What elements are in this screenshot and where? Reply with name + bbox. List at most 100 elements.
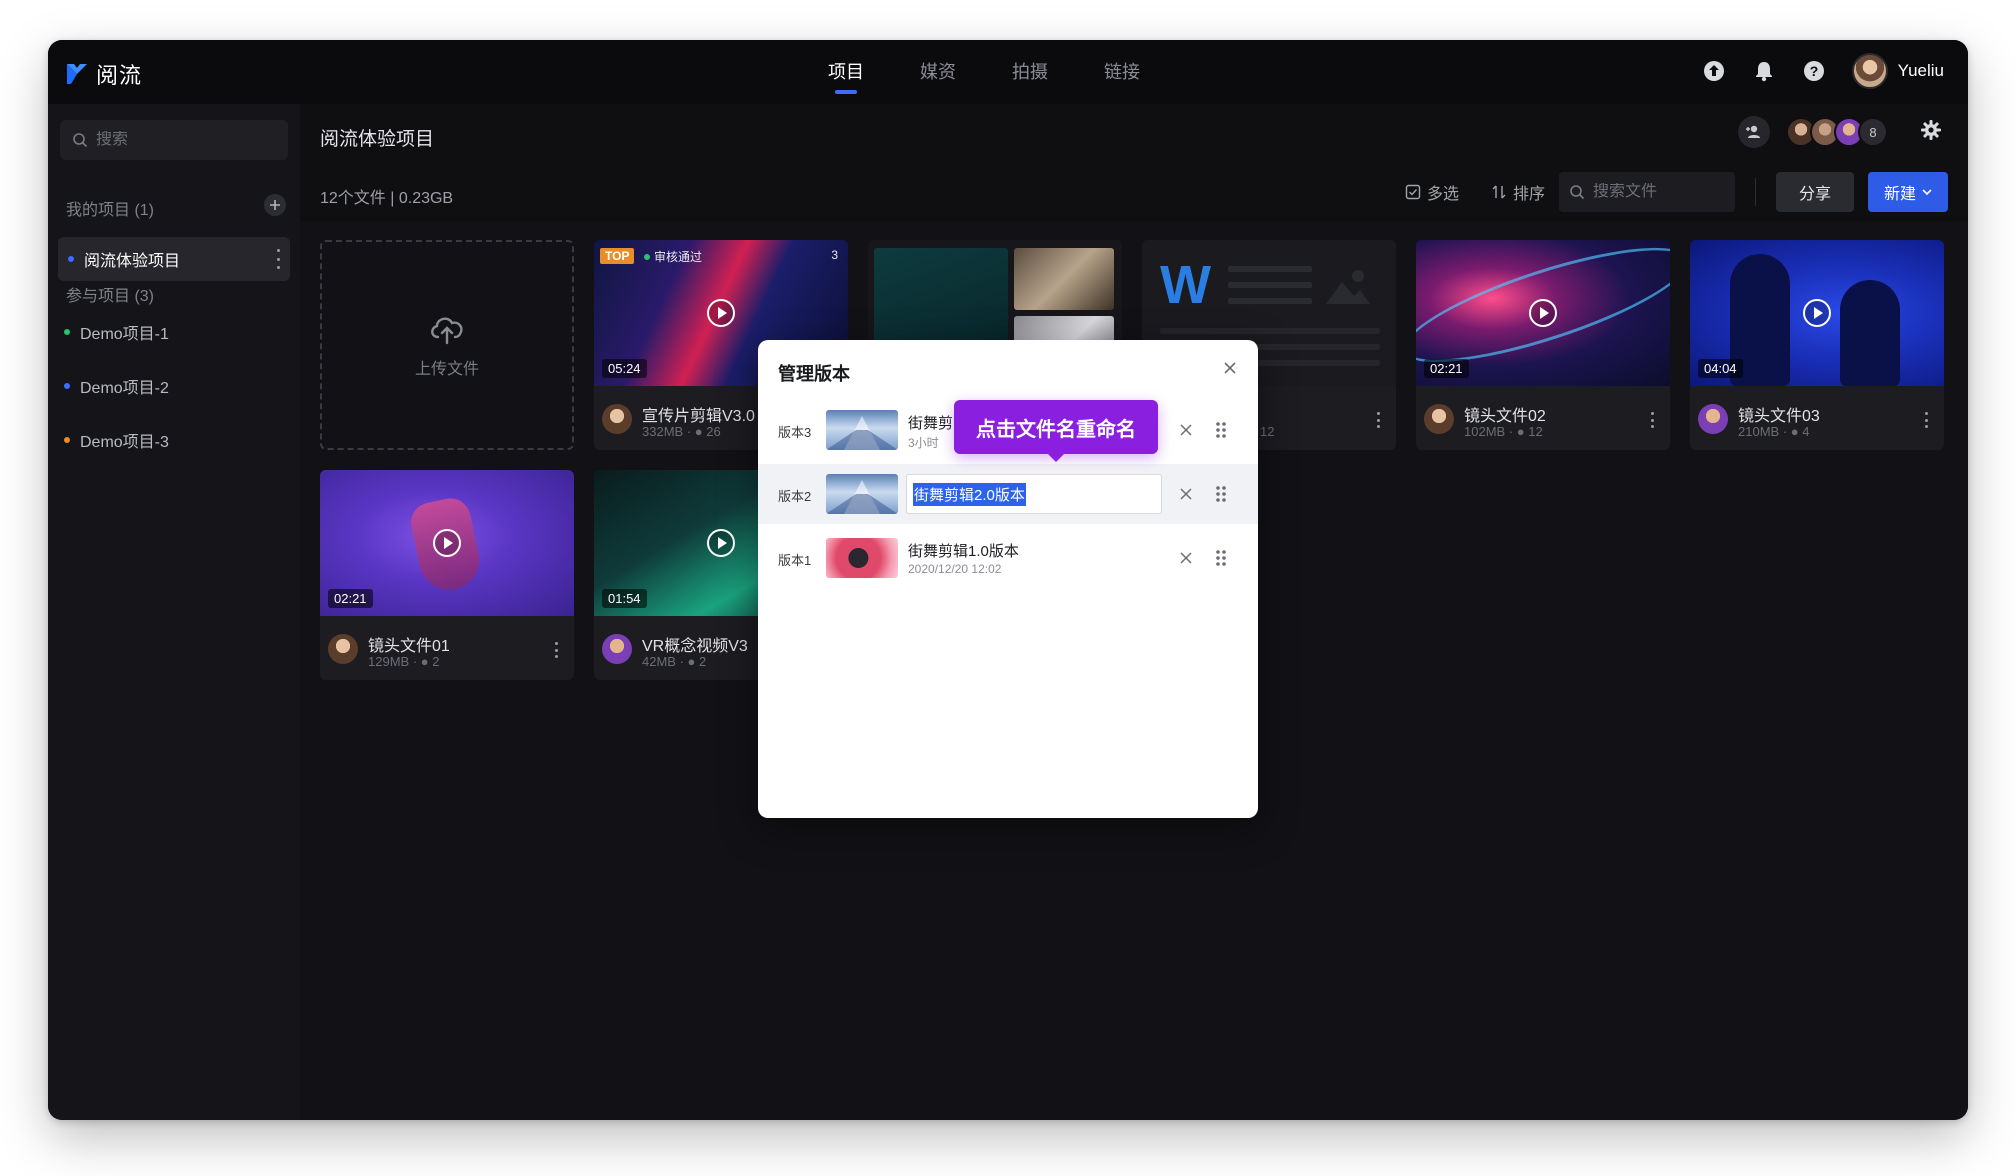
play-icon[interactable]	[432, 528, 462, 558]
multiselect-label: 多选	[1426, 186, 1459, 203]
project-dot	[64, 437, 70, 443]
play-icon[interactable]	[706, 298, 736, 328]
doc-line	[1228, 282, 1312, 288]
file-card[interactable]: 04:04 镜头文件03 210MB · ● 4	[1690, 240, 1944, 450]
file-search-input[interactable]	[1593, 183, 1723, 201]
play-icon[interactable]	[1528, 298, 1558, 328]
nav-tab-media[interactable]: 媒资	[920, 40, 956, 104]
image-icon	[1324, 266, 1372, 306]
bell-icon[interactable]	[1752, 59, 1776, 83]
project-dot	[64, 383, 70, 389]
modal-title: 管理版本	[778, 364, 850, 384]
file-thumbnail: 02:21	[320, 470, 574, 616]
version-label: 版本3	[778, 425, 812, 440]
upload-icon[interactable]	[1702, 59, 1726, 83]
new-button[interactable]: 新建	[1868, 172, 1948, 212]
top-bar: 阅流 项目 媒资 拍摄 链接 ? Yueliu	[48, 40, 1968, 104]
sidebar-item-demo-1[interactable]: Demo项目-1	[64, 320, 169, 344]
comment-icon: ●	[420, 654, 429, 669]
sidebar-item-demo-3[interactable]: Demo项目-3	[64, 428, 169, 452]
file-meta: 129MB · ● 2	[368, 654, 440, 669]
sort-button[interactable]: 排序	[1491, 180, 1545, 204]
play-icon[interactable]	[1802, 298, 1832, 328]
comment-icon: ●	[1516, 424, 1525, 439]
logo-icon	[67, 64, 87, 84]
avatar	[328, 634, 358, 664]
settings-button[interactable]	[1920, 119, 1942, 146]
add-user-icon	[1746, 125, 1760, 138]
file-name[interactable]: 镜头文件02	[1464, 402, 1546, 426]
brand[interactable]: 阅流	[66, 58, 142, 90]
comment-count: 4	[1802, 424, 1810, 439]
file-size: 332MB	[642, 424, 684, 439]
version-date: 3小时	[908, 436, 939, 450]
comment-icon: ●	[1790, 424, 1799, 439]
nav-tab-links[interactable]: 链接	[1104, 40, 1140, 104]
file-name[interactable]: 宣传片剪辑V3.0	[642, 402, 755, 426]
file-info: 镜头文件02 102MB · ● 12	[1424, 398, 1662, 442]
version-row[interactable]: 版本1 街舞剪辑1.0版本 2020/12/20 12:02	[758, 528, 1258, 588]
file-meta: 102MB · ● 12	[1464, 424, 1543, 439]
top-badge: TOP	[600, 248, 635, 264]
status-badge: 审核通过	[644, 248, 702, 265]
file-name[interactable]: VR概念视频V3	[642, 632, 748, 656]
file-size: 129MB	[368, 654, 410, 669]
sidebar-item-demo-2[interactable]: Demo项目-2	[64, 374, 169, 398]
file-search[interactable]	[1559, 172, 1735, 212]
file-card[interactable]: 02:21 镜头文件01 129MB · ● 2	[320, 470, 574, 680]
file-card[interactable]: 02:21 镜头文件02 102MB · ● 12	[1416, 240, 1670, 450]
rename-input[interactable]: 街舞剪辑2.0版本	[906, 474, 1162, 514]
video-duration: 04:04	[1698, 359, 1743, 378]
version-name[interactable]: 街舞剪	[908, 412, 953, 433]
more-icon[interactable]	[554, 642, 558, 658]
drag-handle-icon[interactable]	[1214, 548, 1228, 568]
doc-line	[1228, 266, 1312, 272]
video-duration: 01:54	[602, 589, 647, 608]
file-name[interactable]: 镜头文件01	[368, 632, 450, 656]
video-duration: 05:24	[602, 359, 647, 378]
upload-tile[interactable]: 上传文件	[320, 240, 574, 450]
share-button[interactable]: 分享	[1776, 172, 1854, 212]
comment-count: 12	[1528, 424, 1543, 439]
top-actions: ? Yueliu	[1702, 53, 1944, 89]
member-avatars[interactable]: 8	[1786, 117, 1888, 147]
sidebar-search[interactable]	[60, 120, 288, 160]
version-name[interactable]: 街舞剪辑1.0版本	[908, 540, 1019, 561]
sidebar-search-input[interactable]	[96, 131, 276, 149]
user-menu[interactable]: Yueliu	[1851, 53, 1944, 89]
invite-member-button[interactable]	[1738, 116, 1770, 148]
search-icon	[1570, 185, 1585, 200]
help-icon[interactable]: ?	[1802, 59, 1826, 83]
upload-label: 上传文件	[414, 361, 479, 378]
version-thumbnail	[826, 410, 898, 450]
file-size: 102MB	[1464, 424, 1506, 439]
sort-icon	[1492, 185, 1506, 199]
add-project-button[interactable]	[264, 194, 286, 216]
more-icon[interactable]	[1376, 412, 1380, 428]
sidebar: 我的项目 (1) 阅流体验项目 参与项目 (3) Demo项目-1 Demo项目…	[48, 104, 300, 1120]
version-row-selected[interactable]: 版本2 街舞剪辑2.0版本	[758, 464, 1258, 524]
more-icon[interactable]	[1924, 412, 1928, 428]
drag-handle-icon[interactable]	[1214, 420, 1228, 440]
delete-version-icon[interactable]	[1178, 422, 1194, 438]
silhouette	[1840, 280, 1900, 386]
delete-version-icon[interactable]	[1178, 550, 1194, 566]
more-icon[interactable]	[276, 249, 280, 269]
file-name[interactable]: 镜头文件03	[1738, 402, 1820, 426]
play-icon[interactable]	[706, 528, 736, 558]
delete-version-icon[interactable]	[1178, 486, 1194, 502]
app-name: 阅流	[96, 63, 143, 88]
file-info: 镜头文件03 210MB · ● 4	[1698, 398, 1936, 442]
version-count-badge: 3	[831, 248, 838, 262]
nav-tab-projects[interactable]: 项目	[828, 40, 864, 104]
more-icon[interactable]	[1650, 412, 1654, 428]
user-name: Yueliu	[1897, 61, 1944, 80]
multiselect-button[interactable]: 多选	[1405, 180, 1459, 204]
sidebar-item-label: Demo项目-3	[80, 434, 169, 451]
status-dot	[644, 253, 650, 260]
drag-handle-icon[interactable]	[1214, 484, 1228, 504]
close-icon[interactable]	[1220, 358, 1240, 378]
video-duration: 02:21	[328, 589, 373, 608]
nav-tab-shooting[interactable]: 拍摄	[1012, 40, 1048, 104]
sidebar-item-project-active[interactable]: 阅流体验项目	[58, 237, 290, 281]
